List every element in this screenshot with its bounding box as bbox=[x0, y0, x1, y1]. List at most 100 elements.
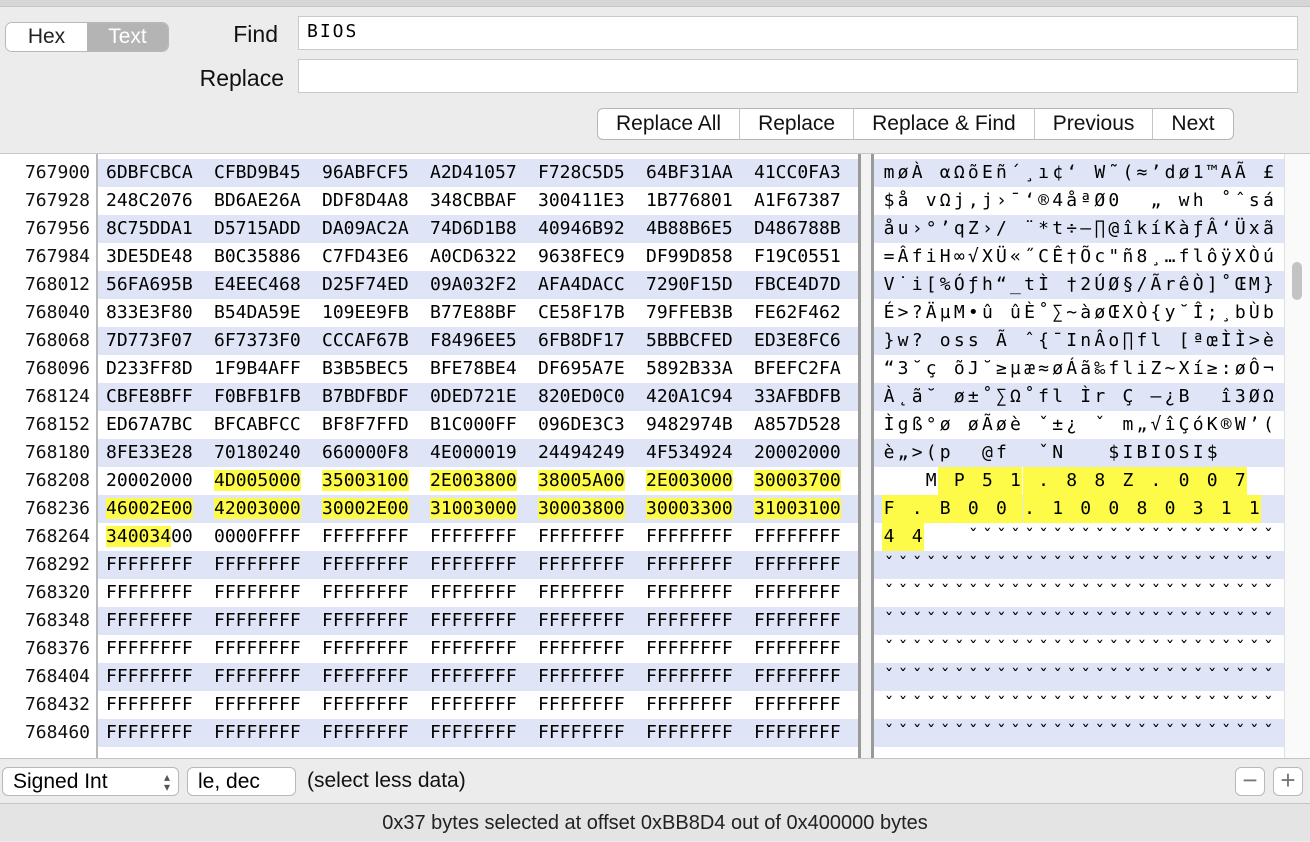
hex-byte-group[interactable]: FFFFFFFF bbox=[646, 635, 733, 663]
hex-byte-group[interactable]: FFFFFFFF bbox=[538, 607, 625, 635]
hex-byte-group[interactable]: FFFFFFFF bbox=[430, 635, 517, 663]
replace-and-find-button[interactable]: Replace & Find bbox=[854, 109, 1035, 139]
hex-byte-group[interactable]: FFFFFFFF bbox=[322, 719, 409, 747]
hex-byte-group[interactable]: 4B88B6E5 bbox=[646, 215, 733, 243]
hex-byte-group[interactable]: A857D528 bbox=[754, 411, 841, 439]
hex-byte-group[interactable]: 79FFEB3B bbox=[646, 299, 733, 327]
text-row[interactable]: ˇˇˇˇˇˇˇˇˇˇˇˇˇˇˇˇˇˇˇˇˇˇˇˇˇˇˇˇ bbox=[874, 719, 1284, 747]
hex-byte-group[interactable]: 9482974B bbox=[646, 411, 733, 439]
hex-byte-group[interactable]: 300411E3 bbox=[538, 187, 625, 215]
text-row[interactable]: É >? Äµ M • û û È ˚ ∑ ~ à ø Œ X Ò{y ˘ Î; ¸ b Ùb bbox=[874, 299, 1284, 327]
hex-row[interactable]: 6DBFCBCA CFBD9B45 96ABFCF5 A2D41057 F728C5D5… bbox=[98, 159, 858, 187]
hex-byte-group[interactable]: BD6AE26A bbox=[214, 187, 301, 215]
text-row[interactable]: å u › °’ q Z › / ¨ * t ÷ – ∏ @ î k í Kà ƒ Â ‘Üx ã bbox=[874, 215, 1284, 243]
hex-byte-group[interactable]: DA09AC2A bbox=[322, 215, 409, 243]
hex-byte-group[interactable]: 30003700 bbox=[754, 467, 841, 495]
text-row[interactable]: ˇˇˇˇˇˇˇˇˇˇˇˇˇˇˇˇˇˇˇˇˇˇˇˇˇˇˇˇ bbox=[874, 663, 1284, 691]
hex-byte-group[interactable]: 30002E00 bbox=[322, 495, 409, 523]
hex-byte-group[interactable]: FFFFFFFF bbox=[430, 663, 517, 691]
add-inspector-button[interactable]: + bbox=[1273, 767, 1303, 796]
hex-byte-group[interactable]: DDF8D4A8 bbox=[322, 187, 409, 215]
hex-byte-group[interactable]: FFFFFFFF bbox=[322, 579, 409, 607]
hex-byte-group[interactable]: F0BFB1FB bbox=[214, 383, 301, 411]
hex-byte-group[interactable]: 5892B33A bbox=[646, 355, 733, 383]
text-pane[interactable]: møÀ α Ωõ Eñ ´ ¸ ı ¢ ‘ W ˜(≈’ d ø 1 ™ A Ã £ $ å v Ωj ‚ j › ¯ ‘®… bbox=[874, 154, 1284, 758]
hex-byte-group[interactable]: B1C000FF bbox=[430, 411, 517, 439]
hex-byte-group[interactable]: FFFFFFFF bbox=[322, 663, 409, 691]
hex-byte-group[interactable]: FFFFFFFF bbox=[754, 523, 841, 551]
hex-row[interactable]: 56FA695B E4EEC468 D25F74ED 09A032F2 AFA4DACC… bbox=[98, 271, 858, 299]
hex-row[interactable]: FFFFFFFF FFFFFFFF FFFFFFFF FFFFFFFF FFFFFFFF… bbox=[98, 663, 858, 691]
hex-byte-group[interactable]: FFFFFFFF bbox=[754, 691, 841, 719]
hex-byte-group[interactable]: 70180240 bbox=[214, 439, 301, 467]
hex-byte-group[interactable]: B7BDFBDF bbox=[322, 383, 409, 411]
hex-byte-group[interactable]: FFFFFFFF bbox=[538, 691, 625, 719]
hex-byte-group[interactable]: 42003000 bbox=[214, 495, 301, 523]
hex-byte-group[interactable]: FFFFFFFF bbox=[646, 663, 733, 691]
hex-byte-group[interactable]: FFFFFFFF bbox=[754, 719, 841, 747]
hex-row[interactable]: CBFE8BFF F0BFB1FB B7BDFBDF 0DED721E 820ED0C0… bbox=[98, 383, 858, 411]
hex-byte-group[interactable]: FFFFFFFF bbox=[646, 551, 733, 579]
scrollbar-thumb[interactable] bbox=[1292, 262, 1302, 300]
hex-row[interactable]: FFFFFFFF FFFFFFFF FFFFFFFF FFFFFFFF FFFFFFFF… bbox=[98, 635, 858, 663]
hex-byte-group[interactable]: FBCE4D7D bbox=[754, 271, 841, 299]
hex-byte-group[interactable]: 7D773F07 bbox=[106, 327, 193, 355]
hex-byte-group[interactable]: 40946B92 bbox=[538, 215, 625, 243]
hex-byte-group[interactable]: 6FB8DF17 bbox=[538, 327, 625, 355]
endian-popup[interactable]: le, dec bbox=[187, 767, 296, 796]
hex-byte-group[interactable]: 3DE5DE48 bbox=[106, 243, 193, 271]
hex-byte-group[interactable]: 660000F8 bbox=[322, 439, 409, 467]
hex-byte-group[interactable]: FFFFFFFF bbox=[754, 635, 841, 663]
hex-byte-group[interactable]: FFFFFFFF bbox=[430, 719, 517, 747]
hex-byte-group[interactable]: 41CC0FA3 bbox=[754, 159, 841, 187]
text-row[interactable]: ˇˇˇˇˇˇˇˇˇˇˇˇˇˇˇˇˇˇˇˇˇˇˇˇˇˇˇˇ bbox=[874, 635, 1284, 663]
hex-byte-group[interactable]: FFFFFFFF bbox=[322, 691, 409, 719]
hex-byte-group[interactable]: 74D6D1B8 bbox=[430, 215, 517, 243]
hex-byte-group[interactable]: 1F9B4AFF bbox=[214, 355, 301, 383]
hex-byte-group[interactable]: 109EE9FB bbox=[322, 299, 409, 327]
hex-byte-group[interactable]: FFFFFFFF bbox=[214, 719, 301, 747]
hex-byte-group[interactable]: F728C5D5 bbox=[538, 159, 625, 187]
hex-byte-group[interactable]: B77E88BF bbox=[430, 299, 517, 327]
hex-byte-group[interactable]: FFFFFFFF bbox=[754, 663, 841, 691]
hex-mode-tab[interactable]: Hex bbox=[6, 23, 87, 51]
hex-byte-group[interactable]: CCCAF67B bbox=[322, 327, 409, 355]
hex-row[interactable]: 20002000 4D005000 35003100 2E003800 38005A00… bbox=[98, 467, 858, 495]
hex-byte-group[interactable]: C7FD43E6 bbox=[322, 243, 409, 271]
hex-byte-group[interactable]: FFFFFFFF bbox=[322, 551, 409, 579]
hex-byte-group[interactable]: 4E000019 bbox=[430, 439, 517, 467]
hex-row[interactable]: 833E3F80 B54DA59E 109EE9FB B77E88BF CE58F17B… bbox=[98, 299, 858, 327]
text-row[interactable]: ˇˇˇˇˇˇˇˇˇˇˇˇˇˇˇˇˇˇˇˇˇˇˇˇˇˇˇˇ bbox=[874, 691, 1284, 719]
hex-byte-group[interactable]: 9638FEC9 bbox=[538, 243, 625, 271]
hex-byte-group[interactable]: CE58F17B bbox=[538, 299, 625, 327]
hex-byte-group[interactable]: FFFFFFFF bbox=[106, 607, 193, 635]
hex-byte-group[interactable]: 6F7373F0 bbox=[214, 327, 301, 355]
text-row[interactable]: F . B 0 0 . 1 0 0 8 0 3 1 1 bbox=[874, 495, 1284, 523]
hex-byte-group[interactable]: 8FE33E28 bbox=[106, 439, 193, 467]
hex-byte-group[interactable]: 6DBFCBCA bbox=[106, 159, 193, 187]
hex-byte-group[interactable]: A0CD6322 bbox=[430, 243, 517, 271]
text-mode-tab[interactable]: Text bbox=[87, 23, 168, 51]
hex-row[interactable]: FFFFFFFF FFFFFFFF FFFFFFFF FFFFFFFF FFFFFFFF… bbox=[98, 579, 858, 607]
hex-byte-group[interactable]: BFEFC2FA bbox=[754, 355, 841, 383]
hex-byte-group[interactable]: 248C2076 bbox=[106, 187, 193, 215]
type-popup[interactable]: Signed Int ▴ ▾ bbox=[2, 767, 179, 796]
hex-row[interactable]: 34003400 0000FFFF FFFFFFFF FFFFFFFF FFFFFFFF… bbox=[98, 523, 858, 551]
hex-byte-group[interactable]: 348CBBAF bbox=[430, 187, 517, 215]
text-row[interactable]: “3 ˘ ç õ J ˘ ≥ µ æ ≈ ø Áã ‰ f l i Z ~ Xí ≥: ø Ô ¬ bbox=[874, 355, 1284, 383]
hex-byte-group[interactable]: 0000FFFF bbox=[214, 523, 301, 551]
hex-byte-group[interactable]: 4F534924 bbox=[646, 439, 733, 467]
hex-byte-group[interactable]: 833E3F80 bbox=[106, 299, 193, 327]
hex-byte-group[interactable]: FFFFFFFF bbox=[538, 635, 625, 663]
hex-byte-group[interactable]: 2E003000 bbox=[646, 467, 733, 495]
hex-byte-group[interactable]: 0DED721E bbox=[430, 383, 517, 411]
hex-byte-group[interactable]: FFFFFFFF bbox=[322, 607, 409, 635]
hex-byte-group[interactable]: 7290F15D bbox=[646, 271, 733, 299]
text-row[interactable]: } w? oss Ã ˆ{¯ In Âo ∏ f l [ª œ Ì Ì > è bbox=[874, 327, 1284, 355]
hex-pane[interactable]: 6DBFCBCA CFBD9B45 96ABFCF5 A2D41057 F728C5D5… bbox=[98, 154, 858, 758]
hex-byte-group[interactable]: FFFFFFFF bbox=[538, 523, 625, 551]
hex-byte-group[interactable]: 420A1C94 bbox=[646, 383, 733, 411]
hex-byte-group[interactable]: FFFFFFFF bbox=[106, 635, 193, 663]
text-row[interactable]: V ˙ i[% Óƒ h “_ t Ì † 2 Ú Ø § / Ãr ê Ò] ˚ Œ M} bbox=[874, 271, 1284, 299]
hex-byte-group[interactable]: AFA4DACC bbox=[538, 271, 625, 299]
